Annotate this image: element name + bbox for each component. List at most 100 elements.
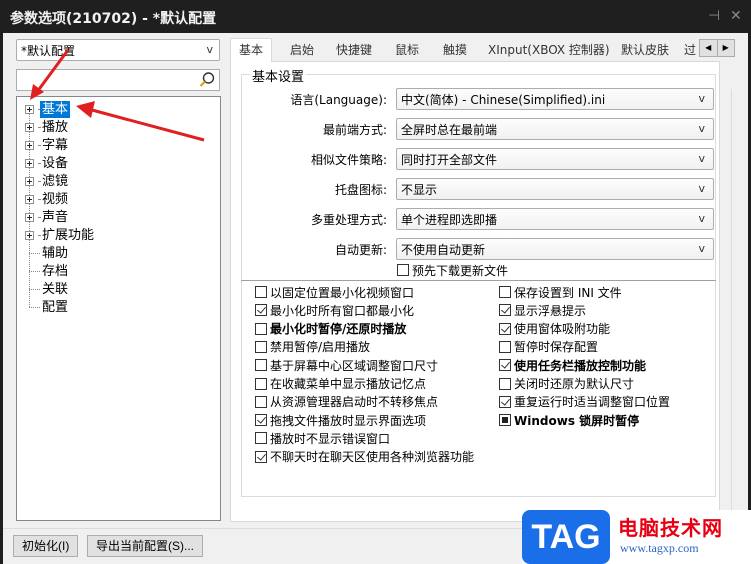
option-checkbox[interactable]: 保存设置到 INI 文件: [499, 283, 622, 301]
option-checkbox[interactable]: 不聊天时在聊天区使用各种浏览器功能: [255, 448, 474, 466]
checkbox-box[interactable]: [499, 322, 511, 335]
profile-dropdown[interactable]: *默认配置 v: [16, 39, 220, 61]
checkbox-box[interactable]: [255, 450, 267, 463]
expand-plus-icon[interactable]: [25, 104, 34, 114]
expand-plus-icon[interactable]: [25, 140, 34, 150]
tree-item[interactable]: 配置: [25, 298, 70, 316]
option-checkbox[interactable]: 使用窗体吸附功能: [499, 320, 610, 338]
setting-dropdown-value: 全屏时总在最前端: [401, 123, 498, 137]
tab-3[interactable]: 鼠标: [393, 41, 421, 61]
tree-item-label: 视频: [42, 191, 69, 207]
preferences-window: 参数选项(210702) - *默认配置 ⊣ ✕ *默认配置 v 基本 播放 字幕设…: [0, 0, 751, 564]
option-checkbox[interactable]: 拖拽文件播放时显示界面选项: [255, 411, 426, 429]
tab-0[interactable]: 基本: [230, 38, 273, 62]
tree-item[interactable]: 视频: [25, 190, 70, 208]
profile-dropdown-value: *默认配置: [21, 44, 76, 58]
tab-scroll-left-icon[interactable]: ◀: [700, 40, 718, 56]
option-checkbox[interactable]: 暂停时保存配置: [499, 338, 598, 356]
option-checkbox[interactable]: 从资源管理器启动时不转移焦点: [255, 393, 438, 411]
option-checkbox[interactable]: 显示浮悬提示: [499, 301, 586, 319]
checkbox-box[interactable]: [255, 377, 267, 390]
setting-dropdown[interactable]: 同时打开全部文件 v: [396, 148, 714, 170]
predownload-checkbox[interactable]: 预先下载更新文件: [397, 261, 508, 279]
setting-dropdown[interactable]: 全屏时总在最前端 v: [396, 118, 714, 140]
tree-item[interactable]: 存档: [25, 262, 70, 280]
tree-item[interactable]: 关联: [25, 280, 70, 298]
setting-dropdown-value: 中文(简体) - Chinese(Simplified).ini: [401, 93, 606, 107]
expand-plus-icon[interactable]: [25, 158, 34, 168]
tree-item[interactable]: 滤镜: [25, 172, 70, 190]
option-checkbox[interactable]: 播放时不显示错误窗口: [255, 429, 390, 447]
checkbox-box[interactable]: [255, 432, 267, 445]
checkbox-box[interactable]: [397, 264, 409, 276]
setting-row: 自动更新: 不使用自动更新 v: [242, 238, 717, 260]
checkbox-box[interactable]: [255, 359, 267, 372]
tree-item[interactable]: 辅助: [25, 244, 70, 262]
tree-connector: [29, 288, 40, 290]
expand-plus-icon[interactable]: [25, 194, 34, 204]
checkbox-box[interactable]: [499, 286, 511, 298]
checkbox-label: 显示浮悬提示: [514, 303, 587, 318]
options-group: 以固定位置最小化视频窗口最小化时所有窗口都最小化最小化时暂停/还原时播放 禁用暂停…: [241, 281, 716, 497]
checkbox-box[interactable]: [255, 286, 267, 298]
checkbox-box[interactable]: [499, 359, 511, 372]
setting-dropdown[interactable]: 中文(简体) - Chinese(Simplified).ini v: [396, 88, 714, 110]
expand-plus-icon[interactable]: [25, 230, 34, 240]
expand-plus-icon[interactable]: [25, 212, 34, 222]
tab-7[interactable]: 过: [682, 41, 696, 61]
tab-2[interactable]: 快捷键: [334, 41, 374, 61]
export-config-button[interactable]: 导出当前配置(S)...: [87, 535, 203, 557]
option-checkbox[interactable]: 最小化时所有窗口都最小化: [255, 301, 414, 319]
setting-dropdown[interactable]: 单个进程即选即播 v: [396, 208, 714, 230]
window-title: 参数选项(210702) - *默认配置: [10, 11, 217, 27]
search-input[interactable]: [17, 70, 193, 90]
tab-1[interactable]: 启始: [288, 41, 316, 61]
tree-item[interactable]: 扩展功能: [25, 226, 96, 244]
checkbox-label: 保存设置到 INI 文件: [514, 285, 622, 300]
close-icon[interactable]: ✕: [730, 8, 742, 24]
pin-icon[interactable]: ⊣: [708, 8, 720, 24]
tab-4[interactable]: 触摸: [441, 41, 469, 61]
option-checkbox[interactable]: 以固定位置最小化视频窗口: [255, 283, 414, 301]
tree-item-label: 基本: [40, 100, 71, 118]
checkbox-box[interactable]: [255, 395, 267, 408]
option-checkbox[interactable]: Windows 锁屏时暂停: [499, 411, 639, 429]
option-checkbox[interactable]: 重复运行时适当调整窗口位置: [499, 393, 670, 411]
setting-dropdown[interactable]: 不显示 v: [396, 178, 714, 200]
setting-row: 相似文件策略: 同时打开全部文件 v: [242, 148, 717, 170]
option-checkbox[interactable]: 在收藏菜单中显示播放记忆点: [255, 375, 426, 393]
option-checkbox[interactable]: 使用任务栏播放控制功能: [499, 356, 646, 374]
checkbox-box[interactable]: [255, 304, 267, 317]
tree-item-label: 播放: [42, 119, 69, 135]
tab-5[interactable]: XInput(XBOX 控制器): [486, 41, 612, 61]
checkbox-box[interactable]: [255, 414, 267, 427]
checkbox-box[interactable]: [499, 395, 511, 408]
checkbox-label: 最小化时所有窗口都最小化: [270, 303, 415, 318]
checkbox-box[interactable]: [499, 304, 511, 317]
tree-item[interactable]: 播放: [25, 118, 70, 136]
search-icon[interactable]: [198, 71, 216, 89]
setting-dropdown[interactable]: 不使用自动更新 v: [396, 238, 714, 260]
checkbox-box[interactable]: [499, 414, 511, 427]
reset-button[interactable]: 初始化(I): [13, 535, 79, 557]
tab-strip: 基本 启始 快捷键 鼠标 触摸 XInput(XBOX 控制器) 默认皮肤过: [230, 38, 746, 62]
setting-label: 托盘图标:: [334, 183, 387, 197]
tree-item[interactable]: 设备: [25, 154, 70, 172]
option-checkbox[interactable]: 关闭时还原为默认尺寸: [499, 375, 634, 393]
expand-plus-icon[interactable]: [25, 176, 34, 186]
checkbox-box[interactable]: [499, 377, 511, 390]
checkbox-box[interactable]: [499, 340, 511, 353]
tab-6[interactable]: 默认皮肤: [619, 41, 671, 61]
tree-item[interactable]: 基本: [25, 100, 71, 118]
option-checkbox[interactable]: 禁用暂停/启用播放: [255, 338, 370, 356]
tree-item[interactable]: 字幕: [25, 136, 70, 154]
option-checkbox[interactable]: 最小化时暂停/还原时播放: [255, 320, 406, 338]
option-checkbox[interactable]: 基于屏幕中心区域调整窗口尺寸: [255, 356, 438, 374]
tree-item-label: 滤镜: [42, 173, 69, 189]
checkbox-label: 关闭时还原为默认尺寸: [514, 377, 635, 391]
tab-scroll-right-icon[interactable]: ▶: [718, 40, 735, 56]
checkbox-box[interactable]: [255, 322, 267, 335]
tree-item[interactable]: 声音: [25, 208, 70, 226]
expand-plus-icon[interactable]: [25, 122, 34, 132]
checkbox-box[interactable]: [255, 340, 267, 353]
